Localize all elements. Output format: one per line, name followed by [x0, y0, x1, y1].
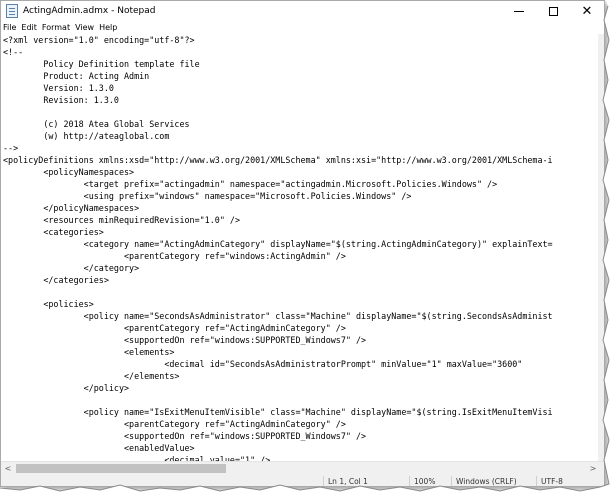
text-line: <decimal id="SecondsAsAdministratorPromp…	[3, 359, 528, 369]
minimize-icon	[514, 10, 524, 12]
status-divider	[536, 476, 537, 486]
maximize-icon	[548, 6, 558, 16]
menu-bar: File Edit Format View Help	[1, 21, 604, 34]
text-line: <categories>	[3, 227, 104, 237]
scroll-right-icon[interactable]: >	[586, 462, 600, 475]
text-line: <decimal value="1" />	[3, 455, 271, 461]
window-title: ActingAdmin.admx - Notepad	[23, 6, 156, 16]
text-line: </elements>	[3, 371, 180, 381]
maximize-button[interactable]	[536, 1, 570, 21]
text-line: <parentCategory ref="ActingAdminCategory…	[3, 323, 346, 333]
text-line	[1, 106, 604, 118]
text-line: Policy Definition template file	[3, 59, 200, 69]
text-line: <resources minRequiredRevision="1.0" />	[3, 215, 240, 225]
text-line: -->	[3, 143, 19, 153]
vertical-scrollbar[interactable]	[598, 34, 604, 461]
text-line: <target prefix="actingadmin" namespace="…	[3, 179, 498, 189]
text-line: (c) 2018 Atea Global Services	[3, 119, 190, 129]
text-line: <!--	[3, 47, 24, 57]
notepad-window: ActingAdmin.admx - Notepad ✕ File Edit F…	[0, 0, 605, 487]
text-line: <policy name="IsExitMenuItemVisible" cla…	[3, 407, 553, 417]
window-controls: ✕	[502, 1, 604, 21]
menu-help[interactable]: Help	[99, 23, 117, 32]
text-line: </categories>	[3, 275, 109, 285]
cursor-position: Ln 1, Col 1	[328, 477, 368, 486]
close-button[interactable]: ✕	[570, 1, 604, 21]
text-line: <policies>	[3, 299, 94, 309]
menu-view[interactable]: View	[75, 23, 94, 32]
title-bar[interactable]: ActingAdmin.admx - Notepad ✕	[1, 1, 604, 21]
menu-edit[interactable]: Edit	[21, 23, 37, 32]
text-line	[1, 394, 604, 406]
text-line: <?xml version="1.0" encoding="utf-8"?>	[3, 35, 195, 45]
text-line: <policyDefinitions xmlns:xsd="http://www…	[3, 155, 553, 165]
text-editor[interactable]: <?xml version="1.0" encoding="utf-8"?> <!…	[1, 34, 604, 461]
text-line: </policy>	[3, 383, 130, 393]
menu-format[interactable]: Format	[42, 23, 70, 32]
text-line: <policyNamespaces>	[3, 167, 135, 177]
line-ending: Windows (CRLF)	[456, 477, 517, 486]
status-divider	[409, 476, 410, 486]
text-line: <category name="ActingAdminCategory" dis…	[3, 239, 553, 249]
text-line: <enabledValue>	[3, 443, 195, 453]
text-line: <policy name="SecondsAsAdministrator" cl…	[3, 311, 553, 321]
zoom-level: 100%	[414, 477, 436, 486]
text-line	[1, 286, 604, 298]
scroll-thumb[interactable]	[16, 464, 226, 473]
text-line: <supportedOn ref="windows:SUPPORTED_Wind…	[3, 431, 367, 441]
notepad-icon	[6, 4, 18, 18]
text-line: <using prefix="windows" namespace="Micro…	[3, 191, 412, 201]
text-line: <supportedOn ref="windows:SUPPORTED_Wind…	[3, 335, 367, 345]
menu-file[interactable]: File	[3, 23, 16, 32]
status-bar: Ln 1, Col 1 100% Windows (CRLF) UTF-8	[1, 475, 604, 486]
text-line: <parentCategory ref="windows:ActingAdmin…	[3, 251, 346, 261]
status-divider	[451, 476, 452, 486]
text-line: <parentCategory ref="ActingAdminCategory…	[3, 419, 346, 429]
file-encoding: UTF-8	[541, 477, 563, 486]
text-line: Product: Acting Admin	[3, 71, 150, 81]
scroll-left-icon[interactable]: <	[1, 462, 15, 475]
text-line: <elements>	[3, 347, 175, 357]
text-line: (w) http://ateaglobal.com	[3, 131, 170, 141]
text-line: Version: 1.3.0	[3, 83, 114, 93]
minimize-button[interactable]	[502, 1, 536, 21]
text-line: </policyNamespaces>	[3, 203, 140, 213]
horizontal-scrollbar[interactable]: < >	[1, 461, 604, 475]
text-line: </category>	[3, 263, 140, 273]
status-divider	[323, 476, 324, 486]
close-icon: ✕	[581, 3, 593, 19]
text-line: Revision: 1.3.0	[3, 95, 119, 105]
